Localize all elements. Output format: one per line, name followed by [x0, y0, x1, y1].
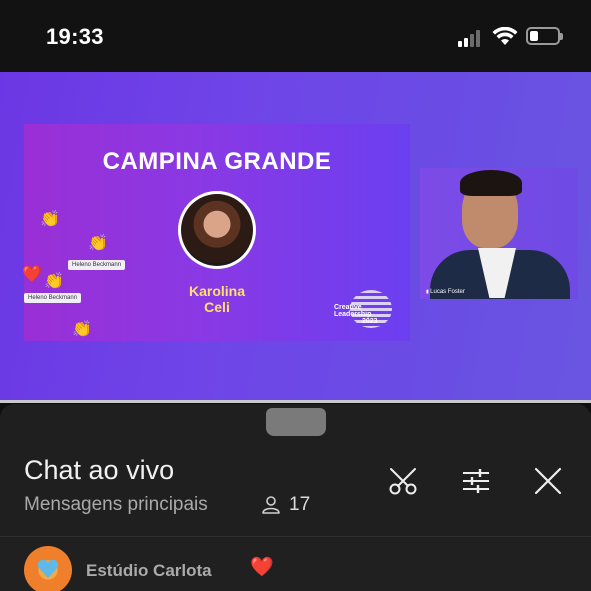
presentation-slide: CAMPINA GRANDE Karolina Celi Creative Le… — [22, 124, 410, 341]
speaker-name: Karolina Celi — [158, 283, 276, 315]
video-player[interactable]: CAMPINA GRANDE Karolina Celi Creative Le… — [0, 72, 591, 402]
sliders-icon — [463, 469, 489, 493]
speaker-photo — [178, 191, 256, 269]
clap-reaction-icon: 👏 — [44, 273, 64, 290]
clap-reaction-icon: 👏 — [88, 235, 108, 252]
status-bar: 19:33 — [0, 0, 591, 72]
participant-camera: Lucas Foster — [420, 168, 578, 299]
person-icon — [262, 496, 280, 514]
viewer-count: 17 — [261, 494, 310, 516]
slide-title: CAMPINA GRANDE — [102, 148, 332, 175]
live-chat-panel: Chat ao vivo Mensagens principais 17 Est… — [0, 404, 591, 591]
chat-message[interactable]: Estúdio Carlota ❤️ — [0, 537, 591, 591]
speaker-last-name: Celi — [204, 299, 230, 315]
video-progress-bar[interactable] — [0, 400, 591, 403]
clock: 19:33 — [46, 24, 104, 49]
close-chat-button[interactable] — [531, 464, 565, 498]
battery-level — [530, 31, 538, 41]
speaker-first-name: Karolina — [188, 283, 245, 299]
chat-settings-button[interactable] — [459, 464, 493, 498]
heart-emoji: ❤️ — [250, 557, 274, 578]
cell-signal-icon — [458, 29, 484, 47]
event-logo: Creative Leadership 2023 — [334, 290, 392, 332]
clap-reaction-icon: 👏 — [72, 321, 92, 338]
drag-handle[interactable] — [266, 408, 326, 436]
battery-icon — [526, 27, 563, 45]
wifi-icon — [492, 27, 518, 45]
viewer-name-tag: Heleno Beckmann — [68, 260, 126, 270]
viewer-count-value: 17 — [289, 494, 311, 515]
chat-title: Chat ao vivo — [24, 455, 175, 485]
clap-reaction-icon: 👏 — [40, 211, 60, 228]
heart-reaction-icon: ❤️ — [22, 266, 42, 283]
viewer-name-tag: Heleno Beckmann — [24, 293, 82, 303]
avatar[interactable] — [24, 546, 72, 591]
chat-mode-selector[interactable]: Mensagens principais — [24, 494, 208, 516]
clip-button[interactable] — [386, 464, 420, 498]
scissors-icon — [389, 468, 417, 495]
participant-name: Lucas Foster — [426, 289, 465, 295]
message-author[interactable]: Estúdio Carlota — [86, 561, 212, 581]
close-icon — [534, 467, 562, 495]
